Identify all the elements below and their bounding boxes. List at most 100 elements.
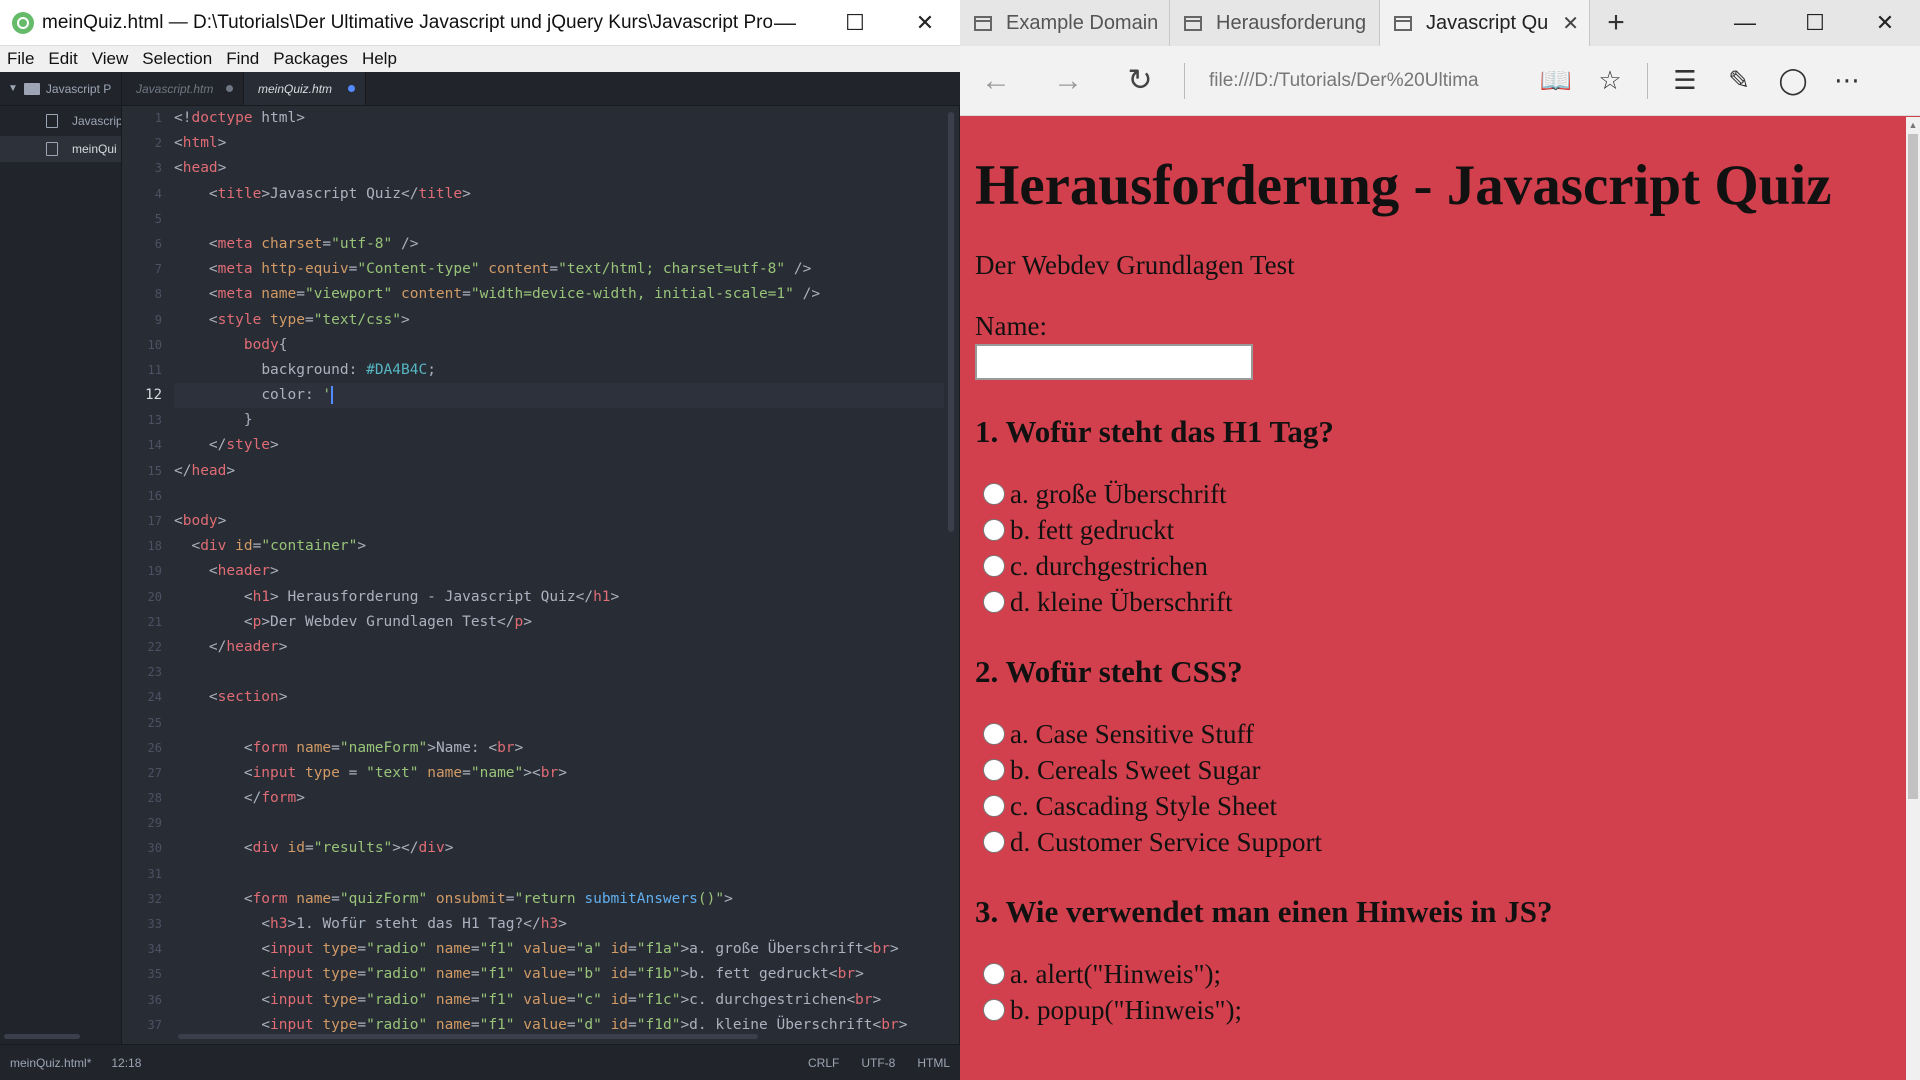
menu-file[interactable]: File <box>0 49 41 69</box>
menu-selection[interactable]: Selection <box>135 49 219 69</box>
close-icon[interactable]: ✕ <box>1850 0 1920 46</box>
code-line[interactable]: <input type="radio" name="f1" value="b" … <box>174 962 944 987</box>
address-bar[interactable]: file:///D:/Tutorials/Der%20Ultima <box>1209 70 1529 92</box>
status-cursor-position[interactable]: 12:18 <box>111 1056 141 1070</box>
tree-view-root[interactable]: ▼ Javascript P <box>0 72 122 105</box>
code-text-area[interactable]: <!doctype html> <html> <head> <title>Javas… <box>174 106 944 1040</box>
code-line[interactable]: </form> <box>174 786 944 811</box>
status-encoding[interactable]: UTF-8 <box>861 1056 895 1070</box>
tab-close-icon[interactable]: ✕ <box>1562 11 1579 36</box>
code-token: "f1" <box>479 966 515 983</box>
radio-button[interactable] <box>983 554 1005 577</box>
editor-horizontal-scrollbar[interactable] <box>178 1034 758 1039</box>
code-line[interactable]: <head> <box>174 156 944 181</box>
code-line[interactable]: background: #DA4B4C; <box>174 358 944 383</box>
code-line[interactable]: <style type="text/css"> <box>174 308 944 333</box>
code-line[interactable] <box>174 207 944 232</box>
code-line[interactable]: <meta http-equiv="Content-type" content=… <box>174 257 944 282</box>
code-line[interactable]: } <box>174 408 944 433</box>
web-note-button[interactable]: ✎ <box>1712 46 1766 116</box>
name-input[interactable] <box>975 343 1253 380</box>
code-token: color <box>261 387 305 404</box>
code-line[interactable] <box>174 660 944 685</box>
code-line[interactable]: <h3>1. Wofür steht das H1 Tag?</h3> <box>174 912 944 937</box>
browser-tab-example-domain[interactable]: Example Domain <box>960 0 1170 46</box>
share-button[interactable]: ◯ <box>1766 46 1820 116</box>
status-line-ending[interactable]: CRLF <box>808 1056 839 1070</box>
code-line[interactable]: <input type="radio" name="f1" value="c" … <box>174 988 944 1013</box>
menu-view[interactable]: View <box>85 49 136 69</box>
radio-button[interactable] <box>983 722 1005 745</box>
radio-button[interactable] <box>983 518 1005 541</box>
maximize-icon[interactable]: ☐ <box>1780 0 1850 46</box>
close-icon[interactable]: ✕ <box>890 0 960 46</box>
code-line[interactable]: <form name="nameForm">Name: <br> <box>174 736 944 761</box>
code-line[interactable]: color: ' <box>174 383 944 409</box>
code-line[interactable]: <header> <box>174 559 944 584</box>
browser-tab-herausforderung[interactable]: Herausforderung <box>1170 0 1380 46</box>
status-grammar[interactable]: HTML <box>917 1056 950 1070</box>
menu-edit[interactable]: Edit <box>41 49 84 69</box>
line-number: 33 <box>147 917 162 931</box>
tree-file-javascript[interactable]: Javascrip <box>0 108 121 134</box>
code-line[interactable]: body{ <box>174 333 944 358</box>
code-line[interactable]: <meta charset="utf-8" /> <box>174 232 944 257</box>
refresh-button[interactable]: ↻ <box>1104 46 1176 116</box>
code-line[interactable]: <meta name="viewport" content="width=dev… <box>174 282 944 307</box>
code-line[interactable]: </head> <box>174 459 944 484</box>
code-line[interactable] <box>174 484 944 509</box>
new-tab-button[interactable]: + <box>1590 0 1642 46</box>
scroll-up-icon[interactable]: ▲ <box>1906 117 1920 133</box>
code-line[interactable]: <div id="container"> <box>174 534 944 559</box>
code-line[interactable] <box>174 862 944 887</box>
radio-button[interactable] <box>983 794 1005 817</box>
code-line[interactable]: <html> <box>174 131 944 156</box>
code-line[interactable]: <body> <box>174 509 944 534</box>
code-line[interactable]: <p>Der Webdev Grundlagen Test</p> <box>174 610 944 635</box>
radio-button[interactable] <box>983 998 1005 1021</box>
tab-meinquiz-htm[interactable]: meinQuiz.htm <box>244 72 366 105</box>
radio-button[interactable] <box>983 482 1005 505</box>
menu-packages[interactable]: Packages <box>266 49 355 69</box>
code-line[interactable]: </header> <box>174 635 944 660</box>
code-token: = <box>304 840 314 857</box>
minimize-icon[interactable]: — <box>750 0 820 46</box>
code-line[interactable]: <title>Javascript Quiz</title> <box>174 182 944 207</box>
code-line[interactable] <box>174 711 944 736</box>
code-line[interactable]: <h1> Herausforderung - Javascript Quiz</… <box>174 585 944 610</box>
hub-button[interactable]: ☰ <box>1658 46 1712 116</box>
page-scrollbar-thumb[interactable] <box>1908 134 1918 799</box>
code-line[interactable] <box>174 811 944 836</box>
editor-vertical-scrollbar[interactable] <box>948 112 954 532</box>
tree-horizontal-scrollbar[interactable] <box>4 1034 80 1039</box>
forward-button[interactable]: → <box>1032 46 1104 116</box>
minimize-icon[interactable]: — <box>1710 0 1780 46</box>
code-token: Name: <box>435 739 489 756</box>
code-line[interactable]: </style> <box>174 433 944 458</box>
code-token: b. fett gedruckt <box>689 966 829 983</box>
code-editor[interactable]: 1 2 3 4 5 6 7 8 9 10 11 12 13 14 15 16 17 18 19 20 21 22 23 24 2… <box>122 106 960 1040</box>
radio-button[interactable] <box>983 758 1005 781</box>
code-line[interactable]: <input type = "text" name="name"><br> <box>174 761 944 786</box>
tree-file-meinquiz[interactable]: meinQui <box>0 136 121 162</box>
more-button[interactable]: ⋯ <box>1820 46 1874 116</box>
code-line[interactable]: <form name="quizForm" onsubmit="return s… <box>174 887 944 912</box>
back-button[interactable]: ← <box>960 46 1032 116</box>
code-token: Der Webdev Grundlagen Test <box>270 613 498 630</box>
browser-tab-javascript-quiz[interactable]: Javascript Qu ✕ <box>1380 0 1590 46</box>
code-line[interactable]: <div id="results"></div> <box>174 836 944 861</box>
code-line[interactable]: <input type="radio" name="f1" value="a" … <box>174 937 944 962</box>
reading-view-button[interactable]: 📖 <box>1529 46 1583 116</box>
radio-button[interactable] <box>983 590 1005 613</box>
menu-find[interactable]: Find <box>219 49 266 69</box>
maximize-icon[interactable]: ☐ <box>820 0 890 46</box>
status-file-name[interactable]: meinQuiz.html* <box>10 1056 91 1070</box>
code-line[interactable]: <section> <box>174 685 944 710</box>
menu-help[interactable]: Help <box>355 49 404 69</box>
radio-button[interactable] <box>983 962 1005 985</box>
tab-javascript-htm[interactable]: Javascript.htm <box>122 72 244 105</box>
radio-button[interactable] <box>983 830 1005 853</box>
favorite-button[interactable]: ☆ <box>1583 46 1637 116</box>
code-token: "d" <box>575 1016 602 1033</box>
code-line[interactable]: <!doctype html> <box>174 106 944 131</box>
